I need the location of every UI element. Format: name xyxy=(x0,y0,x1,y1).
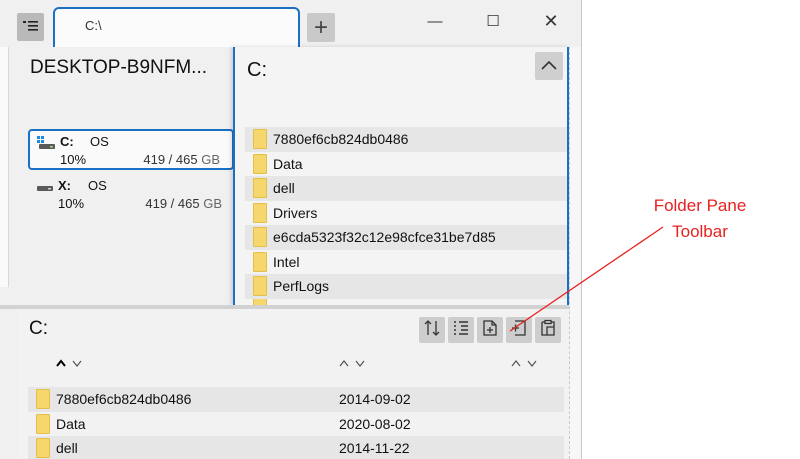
sort-size-arrows[interactable] xyxy=(511,357,541,371)
table-row[interactable]: 7880ef6cb824db0486 2014-09-02 xyxy=(28,387,564,412)
item-name: Intel xyxy=(273,253,300,270)
close-button[interactable]: ✕ xyxy=(534,8,568,34)
tab-drive-c[interactable]: C:\ xyxy=(53,7,300,48)
paste-button[interactable] xyxy=(535,317,561,343)
drive-usage-percent: 10% xyxy=(60,152,87,167)
folder-icon xyxy=(253,276,267,297)
folder-icon xyxy=(253,251,267,272)
drive-capacity: 419 / 465 GB xyxy=(143,152,220,167)
drives-pane: DESKTOP-B9NFM... C: OS 10% 419 / 465 GB xyxy=(0,47,240,305)
list-item[interactable]: Data xyxy=(245,152,567,177)
item-name: e6cda5323f32c12e98cfce31be7d85 xyxy=(273,229,496,246)
folder-pane-path: C: xyxy=(29,318,48,339)
list-item[interactable]: 7880ef6cb824db0486 xyxy=(245,127,567,152)
computer-name: DESKTOP-B9NFM... xyxy=(30,57,208,78)
folder-icon xyxy=(253,129,267,150)
folder-pane-toolbar xyxy=(419,317,561,343)
row-name: Data xyxy=(56,415,86,432)
details-list-icon xyxy=(452,319,470,342)
item-name: 7880ef6cb824db0486 xyxy=(273,131,409,148)
item-name: dell xyxy=(273,180,295,197)
drive-letter: X: xyxy=(58,178,71,193)
drive-item-x[interactable]: X: OS 10% 419 / 465 GB xyxy=(28,175,234,216)
drive-label: OS xyxy=(88,178,107,193)
row-date: 2014-09-02 xyxy=(339,391,411,408)
title-bar: C:\ + — ☐ ✕ xyxy=(0,0,581,48)
new-folder-button[interactable] xyxy=(506,317,532,343)
callout-label: Folder Pane Toolbar xyxy=(620,193,780,245)
list-item[interactable]: dell xyxy=(245,176,567,201)
callout-line-1: Folder Pane xyxy=(653,196,747,215)
new-folder-icon xyxy=(510,319,528,342)
menu-icon xyxy=(23,20,38,35)
item-name: PerfLogs xyxy=(273,278,330,295)
folder-pane-bottom: C: 7880ef6cb824db0486 2014-09-02 Data 20… xyxy=(18,309,569,459)
drive-capacity-value: 419 / 465 xyxy=(145,196,200,211)
minimize-button[interactable]: — xyxy=(418,8,452,34)
sort-icon xyxy=(423,319,441,342)
row-name: dell xyxy=(56,440,78,457)
file-manager-window: C:\ + — ☐ ✕ DESKTOP-B9NFM... C: OS 10% 4… xyxy=(0,0,582,459)
minimize-icon: — xyxy=(427,12,443,30)
drive-usage-percent: 10% xyxy=(58,196,85,211)
new-tab-button[interactable]: + xyxy=(307,13,335,42)
drives-pane-edge xyxy=(0,47,9,287)
item-name: Drivers xyxy=(273,204,318,221)
maximize-icon: ☐ xyxy=(486,13,500,30)
chevron-up-icon xyxy=(541,57,557,75)
sort-up-down-icon xyxy=(339,360,365,367)
folder-pane-path: C: xyxy=(247,59,267,81)
new-file-button[interactable] xyxy=(477,317,503,343)
menu-button[interactable] xyxy=(17,13,44,41)
folder-pane-top: C: 7880ef6cb824db0486 Data dell Drivers … xyxy=(233,47,569,305)
new-file-icon xyxy=(481,319,499,342)
details-view-button[interactable] xyxy=(448,317,474,343)
plus-icon: + xyxy=(313,13,328,41)
drive-capacity: 419 / 465 GB xyxy=(145,196,222,211)
folder-icon xyxy=(36,413,50,434)
list-item[interactable]: PerfLogs xyxy=(245,274,567,299)
sort-up-down-icon xyxy=(511,360,537,367)
folder-icon xyxy=(253,153,267,174)
maximize-button[interactable]: ☐ xyxy=(476,8,510,34)
folder-list-bottom: 7880ef6cb824db0486 2014-09-02 Data 2020-… xyxy=(28,387,564,459)
table-row[interactable]: Data 2020-08-02 xyxy=(28,412,564,437)
drive-icon xyxy=(35,180,53,192)
folder-icon xyxy=(36,438,50,459)
row-date: 2020-08-02 xyxy=(339,415,411,432)
row-name: 7880ef6cb824db0486 xyxy=(56,391,192,408)
table-row[interactable]: dell 2014-11-22 xyxy=(28,436,564,459)
drive-item-c[interactable]: C: OS 10% 419 / 465 GB xyxy=(28,129,234,170)
folder-icon xyxy=(253,202,267,223)
close-icon: ✕ xyxy=(543,10,559,31)
sort-name-arrows[interactable] xyxy=(56,357,86,371)
item-name: Data xyxy=(273,155,303,172)
sort-button[interactable] xyxy=(419,317,445,343)
folder-icon xyxy=(36,389,50,410)
scroll-up-button[interactable] xyxy=(535,52,563,80)
paste-icon xyxy=(539,319,557,342)
drive-capacity-value: 419 / 465 xyxy=(143,152,198,167)
drive-capacity-unit: GB xyxy=(203,196,222,211)
callout-line-2: Toolbar xyxy=(672,222,728,241)
folder-icon xyxy=(253,227,267,248)
drive-letter: C: xyxy=(60,134,74,149)
folder-icon xyxy=(253,178,267,199)
list-item[interactable]: Intel xyxy=(245,250,567,275)
list-item[interactable]: Drivers xyxy=(245,201,567,226)
row-date: 2014-11-22 xyxy=(339,440,410,457)
scrollbar[interactable] xyxy=(569,47,581,459)
list-item[interactable]: e6cda5323f32c12e98cfce31be7d85 xyxy=(245,225,567,250)
sort-up-down-icon xyxy=(56,359,82,367)
tab-label: C:\ xyxy=(85,18,102,33)
windows-drive-icon xyxy=(37,136,55,149)
sort-date-arrows[interactable] xyxy=(339,357,369,371)
drive-capacity-unit: GB xyxy=(201,152,220,167)
drive-label: OS xyxy=(90,134,109,149)
folder-list-top: 7880ef6cb824db0486 Data dell Drivers e6c… xyxy=(245,127,567,305)
